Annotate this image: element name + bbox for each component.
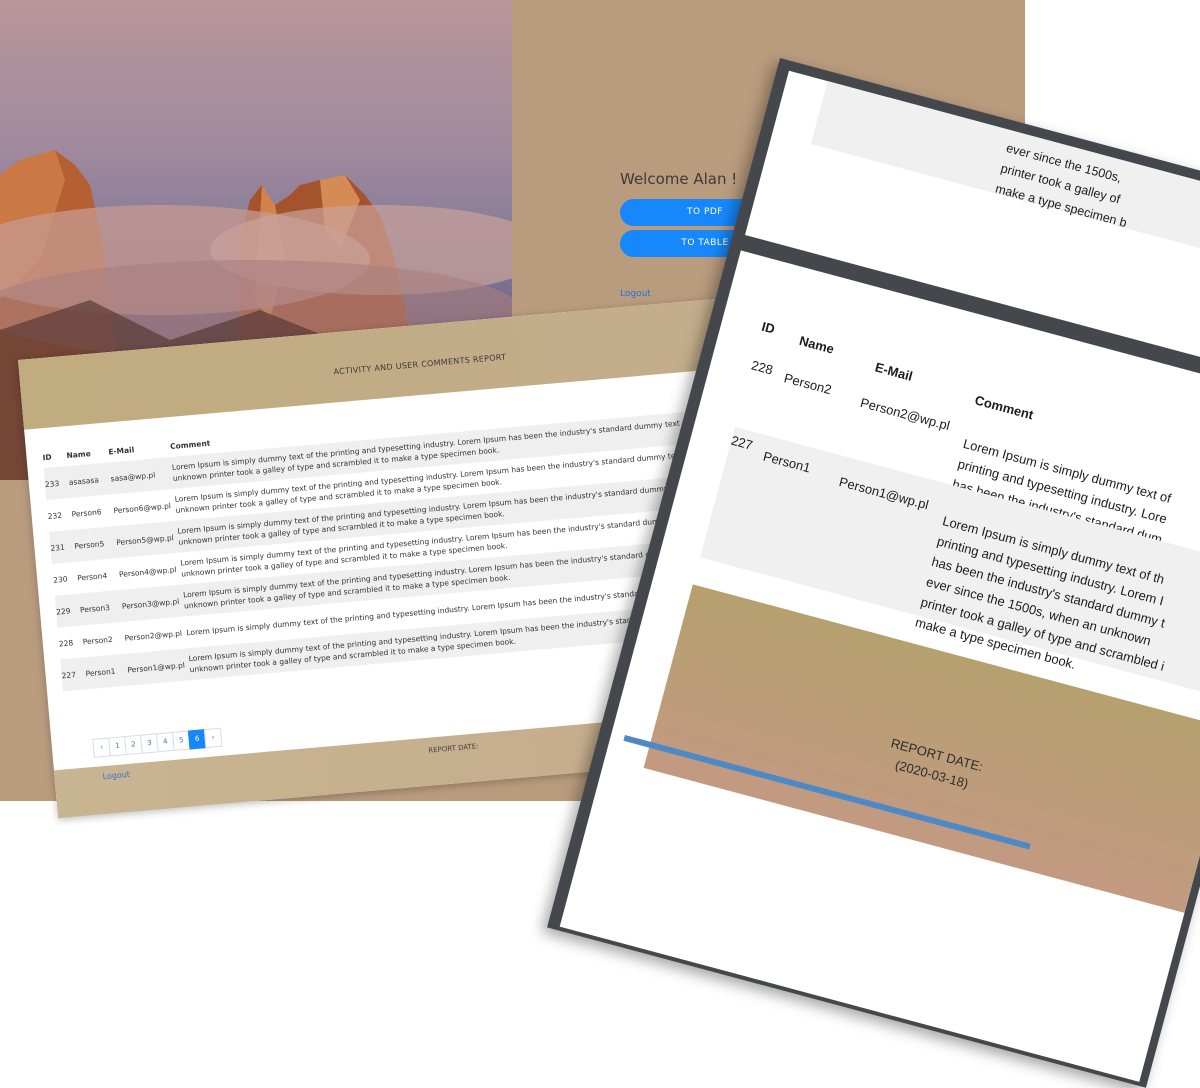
cell-email: Person3@wp.pl: [121, 596, 180, 611]
cell-email: Person6@wp.pl: [113, 500, 172, 515]
cell-name: Person1: [85, 666, 116, 678]
cell-id: 228: [58, 637, 74, 649]
cell-email: Person2@wp.pl: [124, 628, 183, 643]
pdf-header-name: Name: [797, 332, 836, 357]
cell-name: Person6: [71, 506, 102, 519]
cell-name: Person4: [76, 570, 108, 583]
pdf-cell-name: Person2: [782, 370, 834, 398]
report-footer-label: REPORT DATE:: [428, 742, 479, 755]
pdf-header-id: ID: [760, 318, 777, 337]
pdf-cell-id: 228: [749, 357, 775, 378]
pdf-header-email: E-Mail: [873, 359, 915, 384]
logout-link[interactable]: Logout: [620, 289, 651, 299]
pdf-header-comment: Comment: [973, 392, 1036, 423]
cell-email: Person4@wp.pl: [118, 564, 177, 579]
cell-name: Person2: [82, 634, 114, 646]
cell-id: 227: [61, 669, 77, 680]
pdf-cell-email: Person2@wp.pl: [858, 394, 952, 434]
column-header-name: Name: [66, 448, 92, 460]
cell-email: Person1@wp.pl: [127, 660, 186, 675]
cell-id: 231: [50, 542, 66, 553]
pdf-report-date-label: REPORT DATE:: [889, 735, 985, 775]
column-header-id: ID: [42, 451, 52, 462]
cell-name: Person3: [79, 602, 111, 615]
cell-email: Person5@wp.pl: [115, 532, 175, 547]
welcome-text: Welcome Alan !: [620, 170, 738, 188]
column-header-email: E-Mail: [107, 444, 135, 456]
pagination: ‹ 1 2 3 4 5 6 ›: [92, 727, 223, 758]
pagination-next[interactable]: ›: [203, 727, 223, 749]
cell-name: asasasa: [68, 474, 100, 487]
cell-id: 230: [52, 574, 68, 585]
cell-name: Person5: [74, 538, 105, 551]
cell-id: 233: [44, 478, 60, 489]
pdf-page1-comment: ever since the 1500s, printer took a gal…: [993, 138, 1140, 234]
pdf-report-date: (2020-03-18): [893, 757, 971, 792]
cell-id: 229: [55, 605, 71, 617]
cell-email: sasa@wp.pl: [110, 470, 156, 483]
cell-id: 232: [47, 510, 63, 521]
